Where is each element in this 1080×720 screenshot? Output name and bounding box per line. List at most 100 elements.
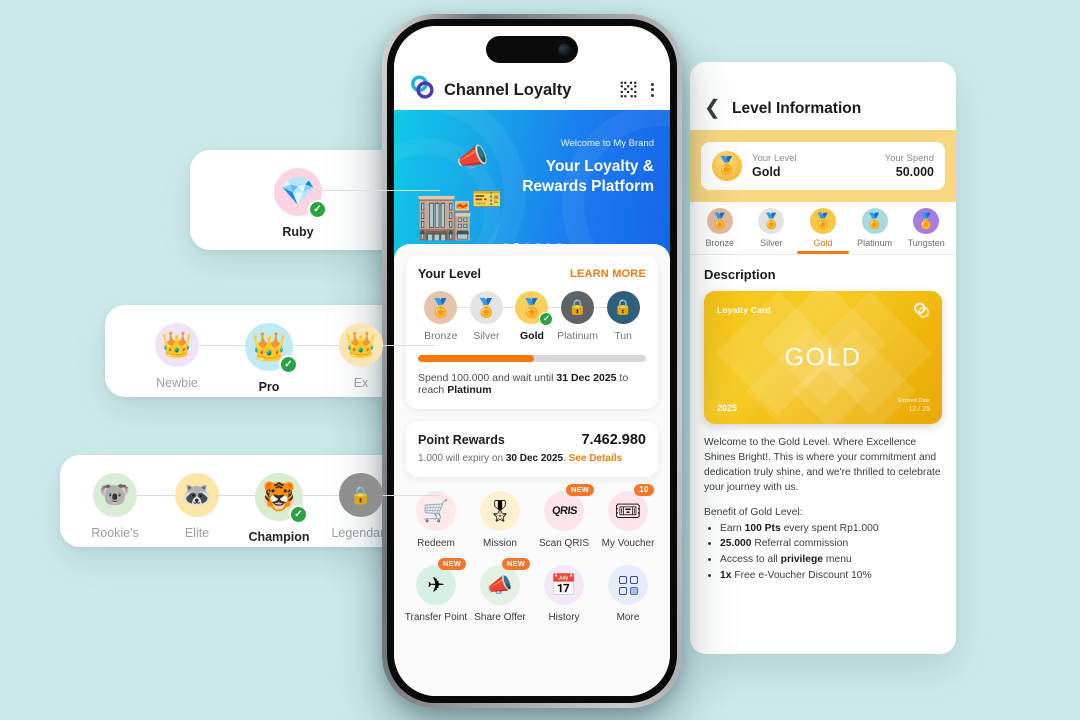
crown-icon: 👑 bbox=[339, 323, 383, 367]
tier-node-champion[interactable]: 🐯 ✓ Champion bbox=[238, 473, 320, 544]
menu-item-more[interactable]: More bbox=[596, 565, 660, 623]
menu-item-redeem[interactable]: 🛒 Redeem bbox=[404, 491, 468, 549]
share-offer-icon: 📣 NEW bbox=[480, 558, 530, 605]
menu-item-history[interactable]: 📅 History bbox=[532, 565, 596, 623]
tier-label: Bronze bbox=[424, 330, 458, 342]
quick-menu-row-1: 🛒 Redeem 🎖 Mission QRIS NEW Scan QRIS 🎟 … bbox=[394, 477, 670, 549]
tier-node-ruby[interactable]: 💎 ✓ Ruby bbox=[252, 168, 344, 239]
channel-loyalty-logo bbox=[914, 302, 930, 318]
gold-medal-icon: 🏅 bbox=[712, 151, 742, 181]
menu-item-share-offer[interactable]: 📣 NEW Share Offer bbox=[468, 558, 532, 623]
crown-icon: 👑 bbox=[155, 323, 199, 367]
tier-label: Pro bbox=[258, 380, 280, 394]
voucher-icon: 🎟 10 bbox=[608, 484, 654, 531]
tier-bronze[interactable]: 🏅 Bronze bbox=[418, 291, 464, 342]
tab-tungsten[interactable]: 🏅 Tungsten bbox=[900, 208, 952, 254]
banner-subtitle: Welcome to My Brand bbox=[560, 138, 654, 149]
front-camera-icon bbox=[558, 43, 571, 56]
tab-label: Tungsten bbox=[907, 238, 945, 248]
menu-item-scan-qris[interactable]: QRIS NEW Scan QRIS bbox=[532, 484, 596, 549]
your-level-card: Your Level LEARN MORE 🏅 Bronze 🏅 Silver … bbox=[406, 256, 658, 409]
tungsten-medal-icon: 🏅 bbox=[913, 208, 940, 234]
content-sheet: Your Level LEARN MORE 🏅 Bronze 🏅 Silver … bbox=[394, 244, 670, 696]
point-rewards-value: 7.462.980 bbox=[581, 432, 646, 448]
check-icon: ✓ bbox=[539, 312, 554, 326]
loyalty-card-gold: Loyalty Card GOLD 2025 Expired Date 12 /… bbox=[704, 291, 942, 424]
gold-medal-icon: 🏅 bbox=[809, 208, 836, 234]
tier-tabs: 🏅 Bronze 🏅 Silver 🏅 Gold 🏅 Platinum 🏅 Tu… bbox=[690, 202, 956, 255]
menu-label: Share Offer bbox=[474, 612, 526, 623]
transfer-point-icon: ✈ NEW bbox=[416, 558, 466, 605]
silver-medal-icon: 🏅 bbox=[758, 208, 785, 234]
tab-silver[interactable]: 🏅 Silver bbox=[746, 208, 798, 254]
point-rewards-title: Point Rewards bbox=[418, 433, 505, 447]
menu-label: More bbox=[616, 612, 640, 623]
tab-label: Bronze bbox=[705, 238, 735, 248]
app-title: Channel Loyalty bbox=[444, 81, 572, 99]
qr-code-icon[interactable] bbox=[620, 81, 637, 98]
tier-gold[interactable]: 🏅 ✓ Gold bbox=[509, 291, 555, 342]
level-summary-card: 🏅 Your Level Gold Your Spend 50.000 bbox=[701, 142, 945, 190]
gold-medal-icon: 🏅 ✓ bbox=[515, 291, 554, 326]
tab-bronze[interactable]: 🏅 Bronze bbox=[694, 208, 746, 254]
learn-more-link[interactable]: LEARN MORE bbox=[570, 268, 646, 280]
expired-caption: Expired Date bbox=[898, 398, 930, 404]
tier-node-elite[interactable]: 🦝 Elite bbox=[156, 473, 238, 540]
menu-label: History bbox=[548, 612, 580, 623]
expired-value: 12 / 25 bbox=[908, 406, 930, 413]
chevron-left-icon[interactable]: ❮ bbox=[704, 98, 726, 118]
your-spend-caption: Your Spend bbox=[884, 153, 934, 164]
tab-platinum[interactable]: 🏅 Platinum bbox=[849, 208, 901, 254]
menu-label: Transfer Point bbox=[404, 612, 468, 623]
check-icon: ✓ bbox=[308, 200, 327, 219]
tier-node-newbie[interactable]: 👑 Newbie bbox=[131, 323, 223, 390]
menu-item-transfer-point[interactable]: ✈ NEW Transfer Point bbox=[404, 558, 468, 623]
page-title: Level Information bbox=[732, 100, 862, 117]
tier-node-rookies[interactable]: 🐨 Rookie's bbox=[74, 473, 156, 540]
bronze-medal-icon: 🏅 bbox=[706, 208, 733, 234]
tier-label: Champion bbox=[248, 530, 310, 544]
menu-label: Mission bbox=[483, 538, 517, 549]
see-details-link[interactable]: See Details bbox=[569, 453, 622, 464]
your-level-value: Gold bbox=[752, 165, 781, 179]
level-information-panel: ❮ Level Information 🏅 Your Level Gold Yo… bbox=[690, 62, 956, 654]
menu-item-my-voucher[interactable]: 🎟 10 My Voucher bbox=[596, 484, 660, 549]
tier-silver[interactable]: 🏅 Silver bbox=[464, 291, 510, 342]
panel-header: ❮ Level Information bbox=[690, 62, 956, 130]
tier-label: Elite bbox=[184, 526, 210, 540]
kebab-menu-icon[interactable] bbox=[651, 82, 654, 97]
menu-item-mission[interactable]: 🎖 Mission bbox=[468, 491, 532, 549]
koala-icon: 🐨 bbox=[93, 473, 137, 517]
tab-label: Silver bbox=[760, 238, 783, 248]
channel-loyalty-logo bbox=[411, 75, 434, 99]
tier-tungsten[interactable]: 🔒 Tun bbox=[600, 291, 646, 342]
list-item: Earn 100 Pts every spent Rp1.000 bbox=[720, 521, 942, 537]
description-heading: Description bbox=[704, 267, 776, 282]
count-badge: 10 bbox=[633, 484, 654, 496]
mission-wings-icon: 🎖 bbox=[480, 491, 520, 531]
description-text: Welcome to the Gold Level. Where Excelle… bbox=[704, 437, 941, 493]
tier-node-pro[interactable]: 👑 ✓ Pro bbox=[223, 323, 315, 394]
lock-icon: 🔒 bbox=[339, 473, 383, 517]
phone-screen: Channel Loyalty 🏬 📣 🎫 Welcome to My Bran… bbox=[394, 26, 670, 696]
new-badge: NEW bbox=[501, 558, 530, 570]
tab-gold[interactable]: 🏅 Gold bbox=[797, 208, 849, 254]
list-item: 1x Free e-Voucher Discount 10% bbox=[720, 568, 942, 584]
list-item: 25.000 Referral commission bbox=[720, 536, 942, 552]
loyalty-card-label: Loyalty Card bbox=[717, 305, 771, 315]
banner-title: Your Loyalty & Rewards Platform bbox=[522, 158, 654, 195]
dynamic-island bbox=[486, 36, 578, 63]
grid-more-icon bbox=[608, 565, 648, 605]
loyalty-card-expiry: Expired Date 12 / 25 bbox=[898, 398, 930, 413]
calendar-icon: 📅 bbox=[544, 565, 584, 605]
tier-platinum[interactable]: 🔒 Platinum bbox=[555, 291, 601, 342]
your-level-caption: Your Level bbox=[752, 153, 797, 164]
menu-label: Redeem bbox=[417, 538, 455, 549]
promo-banner[interactable]: 🏬 📣 🎫 Welcome to My Brand Your Loyalty &… bbox=[394, 110, 670, 258]
tab-label: Gold bbox=[813, 238, 833, 248]
tier-label: Gold bbox=[520, 330, 544, 342]
tier-progress-row: 🏅 Bronze 🏅 Silver 🏅 ✓ Gold 🔒 Platinum 🔒 … bbox=[418, 291, 646, 342]
quick-menu-row-2: ✈ NEW Transfer Point 📣 NEW Share Offer 📅… bbox=[394, 549, 670, 623]
level-progress-bar bbox=[418, 355, 646, 362]
platinum-medal-icon: 🏅 bbox=[861, 208, 888, 234]
